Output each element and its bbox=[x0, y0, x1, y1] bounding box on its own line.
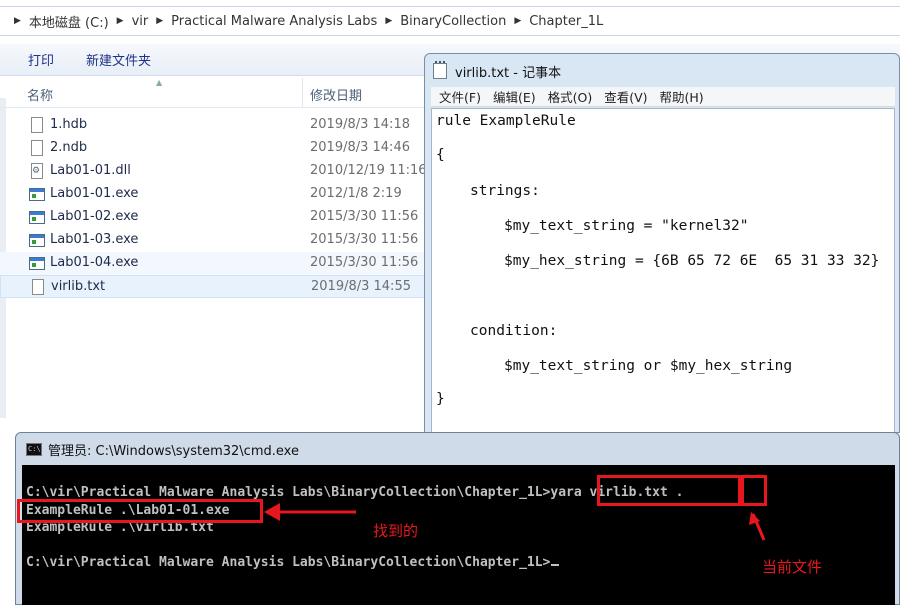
file-date: 2010/12/19 11:16 bbox=[310, 163, 427, 178]
menu-view[interactable]: 查看(V) bbox=[604, 87, 647, 106]
exe-icon bbox=[29, 234, 45, 247]
console-icon: C:\ bbox=[26, 443, 42, 456]
breadcrumb-labs[interactable]: Practical Malware Analysis Labs bbox=[171, 14, 377, 29]
address-bar[interactable]: ▶ 本地磁盘 (C:) ▶ vir ▶ Practical Malware An… bbox=[0, 6, 900, 36]
file-name: Lab01-02.exe bbox=[50, 209, 139, 224]
notepad-menubar: 文件(F) 编辑(E) 格式(O) 查看(V) 帮助(H) bbox=[431, 87, 895, 107]
chevron-right-icon: ▶ bbox=[156, 16, 164, 26]
column-divider[interactable] bbox=[302, 78, 303, 108]
file-name: Lab01-03.exe bbox=[50, 232, 139, 247]
file-row-selected[interactable]: virlib.txt 2019/8/3 14:55 bbox=[0, 275, 430, 298]
exe-icon bbox=[29, 257, 45, 270]
file-date: 2015/3/30 11:56 bbox=[310, 232, 419, 247]
file-row[interactable]: Lab01-04.exe 2015/3/30 11:56 bbox=[0, 252, 430, 275]
notepad-icon bbox=[433, 61, 447, 79]
file-date: 2015/3/30 11:56 bbox=[310, 255, 419, 270]
console-prompt: C:\vir\Practical Malware Analysis Labs\B… bbox=[26, 555, 551, 570]
highlight-dot-box bbox=[741, 475, 767, 506]
menu-edit[interactable]: 编辑(E) bbox=[493, 87, 536, 106]
file-date: 2019/8/3 14:46 bbox=[310, 140, 410, 155]
text-line: } bbox=[436, 391, 445, 407]
console-prompt: C:\vir\Practical Malware Analysis Labs\B… bbox=[26, 485, 551, 500]
annotation-found: 找到的 bbox=[373, 522, 419, 540]
text-line: $my_text_string = "kernel32" bbox=[504, 218, 749, 234]
file-date: 2012/1/8 2:19 bbox=[310, 186, 402, 201]
file-row[interactable]: 2.ndb 2019/8/3 14:46 bbox=[0, 137, 430, 160]
exe-icon bbox=[29, 211, 45, 224]
text-line: rule ExampleRule bbox=[436, 113, 576, 129]
file-date: 2015/3/30 11:56 bbox=[310, 209, 419, 224]
exe-icon bbox=[29, 188, 45, 201]
column-modified-header[interactable]: 修改日期 bbox=[310, 85, 362, 104]
highlight-command-box bbox=[597, 475, 741, 506]
file-name: Lab01-04.exe bbox=[50, 255, 139, 270]
arrow-up-icon bbox=[749, 512, 766, 541]
breadcrumb-chapter[interactable]: Chapter_1L bbox=[529, 14, 603, 29]
file-row[interactable]: Lab01-01.dll 2010/12/19 11:16 bbox=[0, 160, 430, 183]
breadcrumb-local-disk[interactable]: 本地磁盘 (C:) bbox=[29, 12, 109, 31]
cmd-titlebar[interactable]: C:\ 管理员: C:\Windows\system32\cmd.exe bbox=[26, 440, 299, 459]
document-icon bbox=[31, 140, 43, 156]
highlight-match-box bbox=[17, 499, 263, 523]
file-name: 2.ndb bbox=[50, 140, 88, 155]
menu-file[interactable]: 文件(F) bbox=[439, 87, 481, 106]
file-row[interactable]: 1.hdb 2019/8/3 14:18 bbox=[0, 114, 430, 137]
notepad-titlebar[interactable]: virlib.txt - 记事本 bbox=[433, 61, 561, 81]
file-name: Lab01-01.dll bbox=[50, 163, 131, 178]
prompt-line: C:\vir\Practical Malware Analysis Labs\B… bbox=[26, 555, 560, 570]
notepad-window: virlib.txt - 记事本 文件(F) 编辑(E) 格式(O) 查看(V)… bbox=[424, 53, 900, 434]
breadcrumb-binarycollection[interactable]: BinaryCollection bbox=[400, 14, 506, 29]
file-date: 2019/8/3 14:18 bbox=[310, 117, 410, 132]
chevron-right-icon: ▶ bbox=[116, 16, 124, 26]
print-button[interactable]: 打印 bbox=[28, 50, 54, 69]
file-row[interactable]: Lab01-01.exe 2012/1/8 2:19 bbox=[0, 183, 430, 206]
sort-up-icon: ▲ bbox=[156, 78, 163, 87]
annotation-current-file: 当前文件 bbox=[762, 558, 823, 576]
document-icon bbox=[31, 117, 43, 133]
text-line: condition: bbox=[470, 323, 558, 339]
file-name: virlib.txt bbox=[51, 279, 106, 294]
file-name: 1.hdb bbox=[50, 117, 88, 132]
arrow-left-icon bbox=[264, 503, 356, 521]
dll-icon bbox=[31, 163, 43, 179]
text-line: strings: bbox=[470, 183, 540, 199]
file-row[interactable]: Lab01-02.exe 2015/3/30 11:56 bbox=[0, 206, 430, 229]
chevron-right-icon: ▶ bbox=[514, 16, 522, 26]
command-line: C:\vir\Practical Malware Analysis Labs\B… bbox=[26, 485, 683, 500]
chevron-right-icon: ▶ bbox=[385, 16, 393, 26]
notepad-text-area[interactable]: rule ExampleRule { strings: $my_text_str… bbox=[431, 108, 895, 434]
file-date: 2019/8/3 14:55 bbox=[311, 279, 411, 294]
cmd-title: 管理员: C:\Windows\system32\cmd.exe bbox=[48, 444, 299, 459]
new-folder-button[interactable]: 新建文件夹 bbox=[86, 50, 151, 69]
column-headers: ▲ 名称 修改日期 bbox=[0, 78, 430, 108]
file-name: Lab01-01.exe bbox=[50, 186, 139, 201]
chevron-right-icon: ▶ bbox=[14, 16, 21, 26]
text-line: $my_text_string or $my_hex_string bbox=[504, 358, 793, 374]
breadcrumb-vir[interactable]: vir bbox=[132, 14, 149, 29]
text-line: $my_hex_string = {6B 65 72 6E 65 31 33 3… bbox=[504, 253, 880, 269]
notepad-title: virlib.txt - 记事本 bbox=[455, 65, 562, 81]
document-icon bbox=[32, 279, 44, 295]
text-cursor bbox=[551, 564, 560, 566]
file-row[interactable]: Lab01-03.exe 2015/3/30 11:56 bbox=[0, 229, 430, 252]
menu-help[interactable]: 帮助(H) bbox=[660, 87, 704, 106]
menu-format[interactable]: 格式(O) bbox=[548, 87, 593, 106]
column-name-header[interactable]: 名称 bbox=[27, 85, 53, 104]
text-line: { bbox=[436, 147, 445, 163]
file-list: 1.hdb 2019/8/3 14:18 2.ndb 2019/8/3 14:4… bbox=[0, 114, 430, 298]
